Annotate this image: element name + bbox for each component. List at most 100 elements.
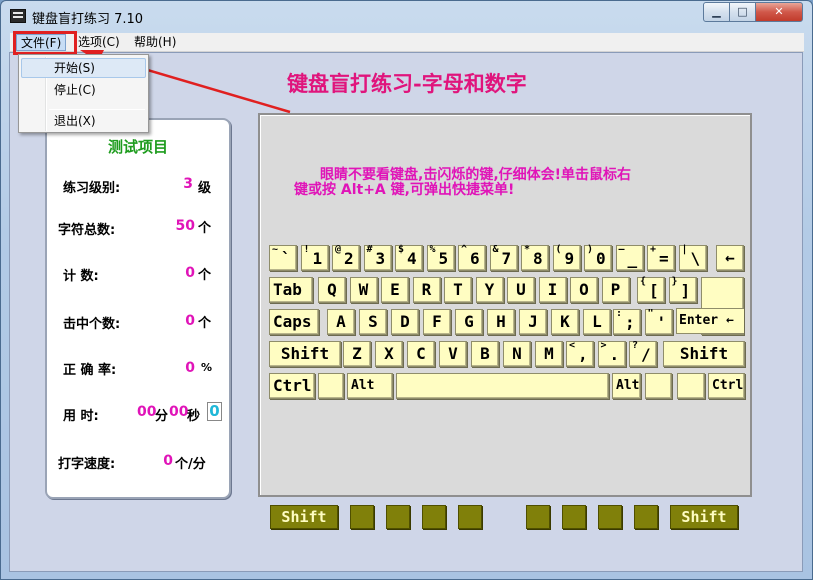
- key-shift-char: #: [366, 244, 373, 255]
- key-n[interactable]: N: [503, 341, 531, 367]
- speed-value: 0: [163, 453, 173, 469]
- finger-key: [526, 505, 550, 529]
- key-main-char: ;: [625, 313, 635, 332]
- key-left-win[interactable]: [318, 373, 344, 399]
- key-a[interactable]: A: [327, 309, 355, 335]
- keyboard-panel: 眼睛不要看键盘,击闪烁的键,仔细体会!单击鼠标右 键或按 Alt+A 键,可弹出…: [258, 113, 752, 497]
- key-h[interactable]: H: [487, 309, 515, 335]
- key-\[interactable]: | \: [678, 244, 707, 271]
- finger-key: [422, 505, 446, 529]
- key-space[interactable]: [396, 373, 609, 399]
- key-left-alt[interactable]: Alt: [347, 373, 393, 399]
- key-=[interactable]: + =: [647, 244, 675, 271]
- key-shift-char: ^: [461, 244, 468, 255]
- key-main-char: 2: [344, 249, 354, 268]
- key-right-win[interactable]: [645, 373, 672, 399]
- key-punct-0[interactable]: :;: [613, 308, 641, 335]
- maximize-button[interactable]: □: [729, 2, 756, 22]
- key-l[interactable]: L: [583, 309, 611, 335]
- key-s[interactable]: S: [359, 309, 387, 335]
- key-main-char: ,: [578, 345, 588, 364]
- key-`[interactable]: ~ `: [269, 244, 297, 271]
- key-z[interactable]: Z: [343, 341, 371, 367]
- key-j[interactable]: J: [519, 309, 547, 335]
- key-[[interactable]: {[: [637, 276, 665, 303]
- key-b[interactable]: B: [471, 341, 499, 367]
- key-punct-r4-2[interactable]: ? /: [629, 340, 657, 367]
- total-label: 字符总数:: [58, 223, 116, 238]
- key-e[interactable]: E: [381, 277, 409, 303]
- minimize-button[interactable]: ▁: [703, 2, 730, 22]
- key-2[interactable]: @2: [332, 244, 360, 271]
- key-w[interactable]: W: [349, 277, 378, 303]
- finger-left-shift: Shift: [270, 505, 338, 529]
- key-k[interactable]: K: [551, 309, 579, 335]
- key-0[interactable]: ) 0: [584, 244, 612, 271]
- key-r[interactable]: R: [412, 277, 441, 303]
- key-5[interactable]: % 5: [426, 244, 455, 271]
- key-g[interactable]: G: [455, 309, 483, 335]
- finger-key: [350, 505, 374, 529]
- hits-label: 击中个数:: [63, 317, 121, 332]
- key-right-shift[interactable]: Shift: [663, 341, 745, 367]
- finger-key: [634, 505, 658, 529]
- key-menu[interactable]: [677, 373, 705, 399]
- menu-item-exit[interactable]: 退出(X): [21, 111, 146, 131]
- key-left-shift[interactable]: Shift: [269, 341, 341, 367]
- key-4[interactable]: $4: [395, 244, 423, 271]
- key-y[interactable]: Y: [475, 277, 504, 303]
- key-right-ctrl[interactable]: Ctrl: [708, 373, 745, 399]
- menu-item-start[interactable]: 开始(S): [21, 58, 146, 78]
- key-main-char: 4: [407, 249, 417, 268]
- key-_[interactable]: — _: [615, 244, 644, 271]
- key-shift-char: }: [671, 276, 678, 287]
- key-8[interactable]: * 8: [521, 244, 549, 271]
- finger-key: [598, 505, 622, 529]
- key-p[interactable]: P: [601, 277, 630, 303]
- key-u[interactable]: U: [507, 277, 535, 303]
- menu-separator: [49, 109, 145, 110]
- menu-item-stop[interactable]: 停止(C): [21, 80, 146, 100]
- key-punct-1[interactable]: " ': [644, 308, 673, 335]
- key-3[interactable]: #3: [363, 244, 392, 271]
- key-main-char: `: [281, 249, 291, 268]
- key-1[interactable]: ! 1: [300, 244, 329, 271]
- key-][interactable]: }]: [668, 276, 697, 303]
- key-shift-char: (: [555, 244, 562, 255]
- finger-key: [386, 505, 410, 529]
- time-label: 用 时:: [63, 409, 99, 424]
- key-f[interactable]: F: [423, 309, 451, 335]
- key-shift-char: {: [640, 276, 647, 287]
- key-punct-r4-0[interactable]: <,: [566, 340, 594, 367]
- key-7[interactable]: & 7: [489, 244, 518, 271]
- key-m[interactable]: M: [535, 341, 563, 367]
- menu-help[interactable]: 帮助(H): [130, 34, 180, 51]
- key-main-char: 7: [501, 249, 512, 268]
- key-9[interactable]: (9: [552, 244, 581, 271]
- key-left-ctrl[interactable]: Ctrl: [269, 373, 315, 399]
- key-main-char: /: [641, 345, 651, 364]
- file-menu-dropdown: 开始(S) 停止(C) 退出(X): [18, 54, 149, 133]
- key-shift-char: ?: [632, 340, 639, 351]
- key-punct-r4-1[interactable]: >.: [597, 340, 626, 367]
- key-o[interactable]: O: [570, 277, 598, 303]
- key-main-char: [: [649, 281, 659, 300]
- key-q[interactable]: Q: [318, 277, 346, 303]
- key-d[interactable]: D: [391, 309, 419, 335]
- key-v[interactable]: V: [439, 341, 467, 367]
- key-t[interactable]: T: [444, 277, 472, 303]
- close-button[interactable]: ✕: [755, 2, 803, 22]
- menu-options[interactable]: 选项(C): [74, 34, 124, 51]
- key-caps[interactable]: Caps: [269, 309, 319, 335]
- key-c[interactable]: C: [407, 341, 435, 367]
- title-bar[interactable]: 键盘盲打练习 7.10 ▁ □ ✕: [1, 1, 812, 31]
- key-tab[interactable]: Tab: [269, 277, 313, 303]
- key-backspace[interactable]: ←: [716, 245, 744, 271]
- accuracy-unit: %: [201, 361, 213, 374]
- level-label: 练习级别:: [63, 181, 121, 196]
- key-x[interactable]: X: [375, 341, 403, 367]
- key-i[interactable]: I: [538, 277, 567, 303]
- key-shift-char: >: [600, 340, 607, 351]
- key-right-alt[interactable]: Alt: [612, 373, 641, 399]
- key-6[interactable]: ^ 6: [458, 244, 486, 271]
